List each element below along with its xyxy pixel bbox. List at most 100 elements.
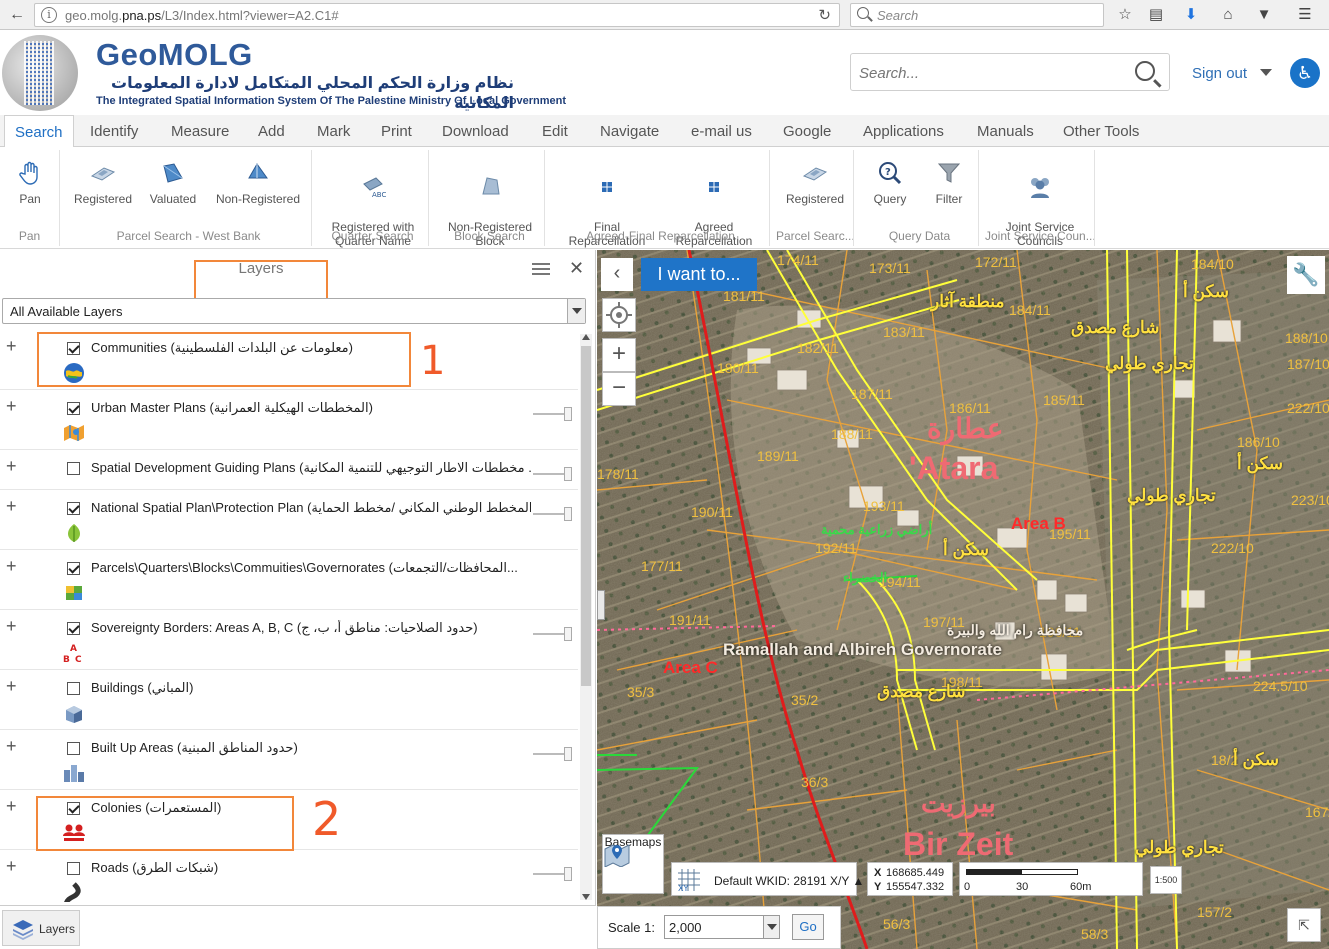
tab-print[interactable]: Print bbox=[371, 115, 422, 147]
registered-label: Registered bbox=[785, 192, 845, 206]
layer-checkbox[interactable] bbox=[67, 622, 80, 635]
coordinate-system-box[interactable]: XY Default WKID: 28191 X/Y ▲ bbox=[671, 862, 864, 896]
filter-button[interactable]: Filter bbox=[925, 160, 973, 206]
expand-plus-icon[interactable]: + bbox=[6, 616, 17, 637]
close-icon[interactable]: ✕ bbox=[569, 258, 584, 279]
registered-parcel-button-2[interactable]: Registered bbox=[782, 160, 848, 206]
tab-email-us[interactable]: e-mail us bbox=[681, 115, 762, 147]
scale-input-row: Scale 1: 2,000 Go bbox=[597, 906, 841, 949]
expand-plus-icon[interactable]: + bbox=[6, 496, 17, 517]
layer-checkbox[interactable] bbox=[67, 682, 80, 695]
expand-plus-icon[interactable]: + bbox=[6, 736, 17, 757]
bookmark-star-icon[interactable]: ☆ bbox=[1114, 4, 1136, 26]
expand-plus-icon[interactable]: + bbox=[6, 676, 17, 697]
valuated-parcel-button[interactable]: Valuated bbox=[146, 160, 200, 206]
parcel-label: 191/11 bbox=[669, 612, 711, 628]
chevron-down-icon[interactable] bbox=[1260, 69, 1272, 76]
address-bar[interactable]: i geo.molg.pna.ps/L3/Index.html?viewer=A… bbox=[34, 3, 840, 27]
zoom-out-button[interactable]: − bbox=[602, 372, 636, 406]
layers-footer-tab[interactable]: Layers bbox=[2, 910, 80, 946]
panel-menu-icon[interactable] bbox=[532, 263, 550, 278]
parcel-label: 193/11 bbox=[863, 498, 905, 514]
non-registered-parcel-button[interactable]: Non-Registered bbox=[214, 160, 302, 206]
pan-button[interactable]: Pan bbox=[6, 160, 54, 206]
parcel-label: 224.5/10 bbox=[1253, 678, 1308, 694]
locate-me-button[interactable] bbox=[602, 298, 636, 332]
panel-resize-handle[interactable] bbox=[597, 590, 605, 620]
pocket-icon[interactable]: ▼ bbox=[1253, 4, 1275, 26]
layer-row-urban-master-plans: + Urban Master Plans (المخططات الهيكلية … bbox=[0, 390, 578, 450]
app-search-input[interactable] bbox=[859, 62, 1129, 84]
search-icon[interactable] bbox=[1135, 61, 1155, 81]
zoning-label: تجاري طولي bbox=[1105, 354, 1194, 373]
scale-label: Scale 1: bbox=[608, 920, 655, 935]
tab-google[interactable]: Google bbox=[773, 115, 841, 147]
tab-navigate[interactable]: Navigate bbox=[590, 115, 669, 147]
tab-measure[interactable]: Measure bbox=[161, 115, 239, 147]
i-want-to-button[interactable]: I want to... bbox=[641, 258, 757, 291]
chevron-down-icon[interactable] bbox=[763, 916, 779, 938]
zoning-label: سكن أ bbox=[1233, 750, 1280, 769]
layer-row-sovereignty-borders: + Sovereignty Borders: Areas A, B, C (حد… bbox=[0, 610, 578, 670]
back-arrow-icon[interactable]: ← bbox=[6, 4, 28, 26]
accessibility-icon[interactable]: ♿ bbox=[1290, 58, 1320, 88]
scroll-up-icon[interactable] bbox=[582, 334, 590, 340]
reading-list-icon[interactable]: ▤ bbox=[1145, 4, 1167, 26]
menu-icon[interactable]: ☰ bbox=[1294, 4, 1316, 26]
svg-text:?: ? bbox=[885, 167, 891, 178]
map-view[interactable]: 174/11 173/11 172/11 184/10 181/11 184/1… bbox=[597, 250, 1329, 949]
info-icon[interactable]: i bbox=[41, 7, 57, 23]
layer-checkbox[interactable] bbox=[67, 462, 80, 475]
tab-search[interactable]: Search bbox=[4, 115, 74, 148]
expand-plus-icon[interactable]: + bbox=[6, 336, 17, 357]
opacity-slider[interactable] bbox=[533, 407, 573, 421]
layer-checkbox[interactable] bbox=[67, 402, 80, 415]
scale-select[interactable]: 2,000 bbox=[664, 915, 780, 939]
chevron-down-icon[interactable] bbox=[567, 299, 585, 323]
basemap-pin-icon bbox=[604, 844, 630, 867]
reload-icon[interactable]: ↻ bbox=[818, 6, 831, 24]
opacity-slider[interactable] bbox=[533, 867, 573, 881]
opacity-slider[interactable] bbox=[533, 747, 573, 761]
layer-checkbox[interactable] bbox=[67, 502, 80, 515]
tab-mark[interactable]: Mark bbox=[307, 115, 360, 147]
layer-list-scrollbar[interactable] bbox=[580, 334, 592, 900]
layer-name: Buildings (المباني) bbox=[91, 680, 194, 695]
layer-checkbox[interactable] bbox=[67, 862, 80, 875]
layer-checkbox[interactable] bbox=[67, 562, 80, 575]
scale-tick-label: 30 bbox=[1016, 881, 1029, 893]
tab-manuals[interactable]: Manuals bbox=[967, 115, 1044, 147]
wrench-tools-icon[interactable]: 🔧 bbox=[1287, 256, 1325, 294]
leaf-icon bbox=[68, 524, 80, 542]
layer-checkbox[interactable] bbox=[67, 742, 80, 755]
tab-other-tools[interactable]: Other Tools bbox=[1053, 115, 1149, 147]
scroll-down-icon[interactable] bbox=[582, 894, 590, 900]
home-icon[interactable]: ⌂ bbox=[1217, 4, 1239, 26]
expand-plus-icon[interactable]: + bbox=[6, 556, 17, 577]
expand-plus-icon[interactable]: + bbox=[6, 456, 17, 477]
sign-out-link[interactable]: Sign out bbox=[1192, 65, 1247, 82]
basemaps-button[interactable]: Basemaps bbox=[602, 834, 664, 894]
expand-plus-icon[interactable]: + bbox=[6, 856, 17, 877]
tab-edit[interactable]: Edit bbox=[532, 115, 578, 147]
scrollbar-thumb[interactable] bbox=[581, 346, 591, 686]
query-button[interactable]: ? Query bbox=[867, 160, 913, 206]
tab-add[interactable]: Add bbox=[248, 115, 295, 147]
browser-search-box[interactable]: Search bbox=[850, 3, 1104, 27]
tab-identify[interactable]: Identify bbox=[80, 115, 148, 147]
opacity-slider[interactable] bbox=[533, 627, 573, 641]
go-button[interactable]: Go bbox=[792, 914, 824, 940]
expand-plus-icon[interactable]: + bbox=[6, 796, 17, 817]
layer-filter-dropdown[interactable]: All Available Layers bbox=[2, 298, 586, 324]
registered-parcel-button[interactable]: Registered bbox=[72, 160, 134, 206]
expand-map-icon[interactable]: ⇱ bbox=[1287, 908, 1321, 942]
expand-plus-icon[interactable]: + bbox=[6, 396, 17, 417]
collapse-panel-chevron-icon[interactable]: ‹ bbox=[601, 258, 633, 291]
zoom-in-button[interactable]: + bbox=[602, 338, 636, 372]
opacity-slider[interactable] bbox=[533, 467, 573, 481]
download-arrow-icon[interactable]: ⬇ bbox=[1180, 4, 1202, 26]
opacity-slider[interactable] bbox=[533, 507, 573, 521]
scale-preset-button[interactable]: 1:500 bbox=[1150, 866, 1182, 894]
tab-applications[interactable]: Applications bbox=[853, 115, 954, 147]
tab-download[interactable]: Download bbox=[432, 115, 519, 147]
